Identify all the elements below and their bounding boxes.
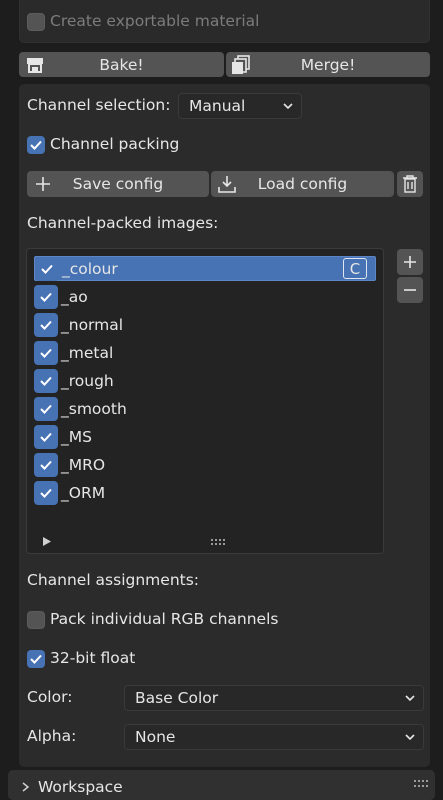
color-value: Base Color	[135, 689, 219, 707]
resize-grip-icon[interactable]	[210, 538, 228, 546]
channel-packing-label: Channel packing	[50, 135, 180, 153]
load-config-label: Load config	[257, 175, 348, 193]
save-config-button[interactable]: Save config	[27, 171, 209, 197]
list-item[interactable]: _colour C	[34, 256, 376, 281]
merge-icon	[232, 55, 250, 74]
float-checkbox[interactable]	[27, 650, 45, 668]
expand-filter-icon[interactable]	[43, 537, 51, 546]
check-icon	[40, 460, 52, 470]
workspace-label: Workspace	[38, 778, 123, 796]
check-icon	[40, 488, 52, 498]
drag-handle-icon[interactable]	[414, 780, 428, 788]
item-checkbox[interactable]	[34, 368, 58, 393]
list-item-label[interactable]: _rough	[61, 372, 114, 390]
check-icon	[40, 292, 52, 302]
channel-selection-dropdown[interactable]: Manual	[178, 93, 302, 119]
list-item[interactable]: _normal	[34, 312, 376, 337]
workspace-panel-header[interactable]: Workspace	[8, 770, 435, 800]
list-item-label[interactable]: _MS	[61, 428, 92, 446]
plus-icon	[404, 256, 416, 268]
list-item-label[interactable]: _ORM	[61, 484, 105, 502]
chevron-down-icon	[405, 695, 415, 702]
save-config-label: Save config	[72, 175, 164, 193]
list-item[interactable]: _smooth	[34, 396, 376, 421]
item-checkbox[interactable]	[34, 480, 58, 505]
pack-rgb-label: Pack individual RGB channels	[50, 610, 279, 628]
alpha-value: None	[135, 728, 176, 746]
pack-rgb-checkbox[interactable]	[27, 611, 45, 629]
list-item[interactable]: _ORM	[34, 480, 376, 505]
list-item[interactable]: _MRO	[34, 452, 376, 477]
list-item[interactable]: _ao	[34, 284, 376, 309]
chevron-down-icon	[283, 103, 293, 110]
load-config-button[interactable]: Load config	[211, 171, 394, 197]
list-item-label[interactable]: _normal	[61, 316, 123, 334]
check-icon	[30, 654, 42, 664]
minus-icon	[404, 289, 416, 291]
list-item[interactable]: _MS	[34, 424, 376, 449]
item-checkbox[interactable]	[34, 312, 58, 337]
list-item[interactable]: _rough	[34, 368, 376, 393]
alpha-label: Alpha:	[27, 727, 77, 745]
bake-label: Bake!	[99, 55, 144, 74]
check-icon	[40, 320, 52, 330]
packed-images-list[interactable]: _colour C _ao _normal _metal _rough _smo…	[26, 248, 384, 554]
item-checkbox[interactable]	[34, 452, 58, 477]
item-checkbox[interactable]	[35, 256, 59, 281]
plus-icon	[36, 177, 50, 191]
assignments-heading: Channel assignments:	[27, 571, 200, 589]
item-checkbox[interactable]	[34, 424, 58, 449]
float-label: 32-bit float	[50, 649, 136, 667]
list-item-label[interactable]: _metal	[61, 344, 113, 362]
packed-images-heading: Channel-packed images:	[27, 214, 219, 232]
color-label: Color:	[27, 688, 73, 706]
delete-config-button[interactable]	[397, 171, 423, 197]
check-icon	[40, 376, 52, 386]
check-icon	[40, 348, 52, 358]
item-checkbox[interactable]	[34, 340, 58, 365]
check-icon	[30, 140, 42, 150]
check-icon	[40, 432, 52, 442]
chevron-down-icon	[405, 734, 415, 741]
import-icon	[218, 176, 236, 193]
channel-badge[interactable]: C	[343, 258, 367, 279]
create-exportable-checkbox[interactable]	[27, 13, 45, 31]
list-item-label[interactable]: _MRO	[61, 456, 105, 474]
check-icon	[41, 264, 53, 274]
item-checkbox[interactable]	[34, 396, 58, 421]
merge-button[interactable]: Merge!	[226, 52, 430, 77]
bake-icon	[27, 58, 43, 73]
check-icon	[40, 404, 52, 414]
list-item[interactable]: _metal	[34, 340, 376, 365]
remove-item-button[interactable]	[397, 277, 423, 303]
item-checkbox[interactable]	[34, 284, 58, 309]
chevron-right-icon	[22, 782, 29, 792]
list-item-label[interactable]: _ao	[61, 288, 88, 306]
create-exportable-label: Create exportable material	[50, 12, 260, 30]
bake-button[interactable]: Bake!	[19, 52, 224, 77]
alpha-dropdown[interactable]: None	[124, 724, 424, 750]
add-item-button[interactable]	[397, 249, 423, 275]
merge-label: Merge!	[300, 55, 356, 74]
color-dropdown[interactable]: Base Color	[124, 685, 424, 711]
list-item-label[interactable]: _colour	[62, 260, 118, 278]
channel-selection-label: Channel selection:	[27, 96, 171, 114]
trash-icon	[403, 175, 417, 193]
channel-packing-checkbox[interactable]	[27, 136, 45, 154]
list-item-label[interactable]: _smooth	[61, 400, 127, 418]
channel-selection-value: Manual	[189, 97, 246, 115]
